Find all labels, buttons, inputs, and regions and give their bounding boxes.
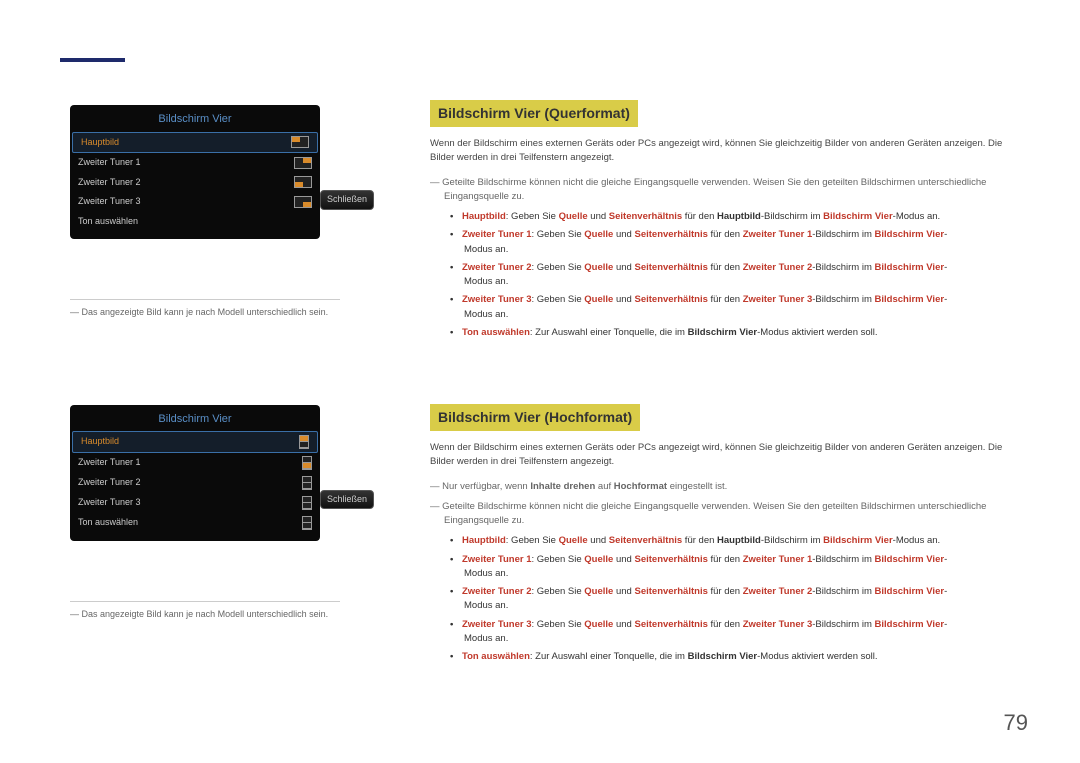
menu-label: Zweiter Tuner 3 xyxy=(78,195,141,209)
note-text: Geteilte Bildschirme können nicht die gl… xyxy=(430,176,1010,205)
list-item: Zweiter Tuner 3: Geben Sie Quelle und Se… xyxy=(450,293,1010,322)
note-text: Geteilte Bildschirme können nicht die gl… xyxy=(430,500,1010,529)
layout-icon xyxy=(294,196,312,208)
layout-icon xyxy=(302,516,312,530)
layout-icon xyxy=(302,456,312,470)
section-title-querformat: Bildschirm Vier (Querformat) xyxy=(430,100,638,127)
menu-item[interactable]: Zweiter Tuner 3 xyxy=(70,493,320,513)
list-item: Ton auswählen: Zur Auswahl einer Tonquel… xyxy=(450,326,1010,340)
list-item: Hauptbild: Geben Sie Quelle und Seitenve… xyxy=(450,210,1010,224)
menu-item-hauptbild[interactable]: Hauptbild xyxy=(72,431,318,453)
layout-icon xyxy=(302,476,312,490)
menu-label: Zweiter Tuner 2 xyxy=(78,476,141,490)
menu-label: Zweiter Tuner 1 xyxy=(78,456,141,470)
footnote: Das angezeigte Bild kann je nach Modell … xyxy=(70,601,340,622)
menu-label: Ton auswählen xyxy=(78,516,138,530)
screenshot-querformat: Bildschirm Vier Hauptbild Zweiter Tuner … xyxy=(70,100,320,279)
menu-label: Hauptbild xyxy=(81,136,119,150)
intro-text: Wenn der Bildschirm eines externen Gerät… xyxy=(430,441,1010,470)
close-button[interactable]: Schließen xyxy=(320,490,374,510)
menu-item[interactable]: Zweiter Tuner 2 xyxy=(70,173,320,193)
intro-text: Wenn der Bildschirm eines externen Gerät… xyxy=(430,137,1010,166)
menu-item[interactable]: Zweiter Tuner 1 xyxy=(70,453,320,473)
menu-label: Zweiter Tuner 2 xyxy=(78,176,141,190)
list-item: Zweiter Tuner 1: Geben Sie Quelle und Se… xyxy=(450,228,1010,257)
menu-item[interactable]: Ton auswählen xyxy=(70,212,320,232)
screen-title: Bildschirm Vier xyxy=(70,405,320,432)
layout-icon xyxy=(294,157,312,169)
menu-item[interactable]: Zweiter Tuner 2 xyxy=(70,473,320,493)
screenshot-hochformat: Bildschirm Vier Hauptbild Zweiter Tuner … xyxy=(70,400,320,582)
menu-label: Zweiter Tuner 3 xyxy=(78,496,141,510)
bullet-list: Hauptbild: Geben Sie Quelle und Seitenve… xyxy=(430,534,1010,664)
list-item: Zweiter Tuner 2: Geben Sie Quelle und Se… xyxy=(450,585,1010,614)
list-item: Zweiter Tuner 1: Geben Sie Quelle und Se… xyxy=(450,553,1010,582)
layout-icon xyxy=(291,136,309,148)
layout-icon xyxy=(299,435,309,449)
accent-bar xyxy=(60,58,125,62)
footnote: Das angezeigte Bild kann je nach Modell … xyxy=(70,299,340,320)
menu-label: Zweiter Tuner 1 xyxy=(78,156,141,170)
list-item: Ton auswählen: Zur Auswahl einer Tonquel… xyxy=(450,650,1010,664)
list-item: Zweiter Tuner 2: Geben Sie Quelle und Se… xyxy=(450,261,1010,290)
menu-item-hauptbild[interactable]: Hauptbild xyxy=(72,132,318,154)
menu-item[interactable]: Zweiter Tuner 3 xyxy=(70,192,320,212)
menu-label: Hauptbild xyxy=(81,435,119,449)
layout-icon xyxy=(302,496,312,510)
bullet-list: Hauptbild: Geben Sie Quelle und Seitenve… xyxy=(430,210,1010,340)
close-button[interactable]: Schließen xyxy=(320,190,374,210)
list-item: Zweiter Tuner 3: Geben Sie Quelle und Se… xyxy=(450,618,1010,647)
menu-label: Ton auswählen xyxy=(78,215,138,229)
page-number: 79 xyxy=(1004,706,1028,739)
note-text: Nur verfügbar, wenn Inhalte drehen auf H… xyxy=(430,480,1010,494)
section-title-hochformat: Bildschirm Vier (Hochformat) xyxy=(430,404,640,431)
menu-item[interactable]: Zweiter Tuner 1 xyxy=(70,153,320,173)
list-item: Hauptbild: Geben Sie Quelle und Seitenve… xyxy=(450,534,1010,548)
layout-icon xyxy=(294,176,312,188)
screen-title: Bildschirm Vier xyxy=(70,105,320,132)
menu-item[interactable]: Ton auswählen xyxy=(70,513,320,533)
